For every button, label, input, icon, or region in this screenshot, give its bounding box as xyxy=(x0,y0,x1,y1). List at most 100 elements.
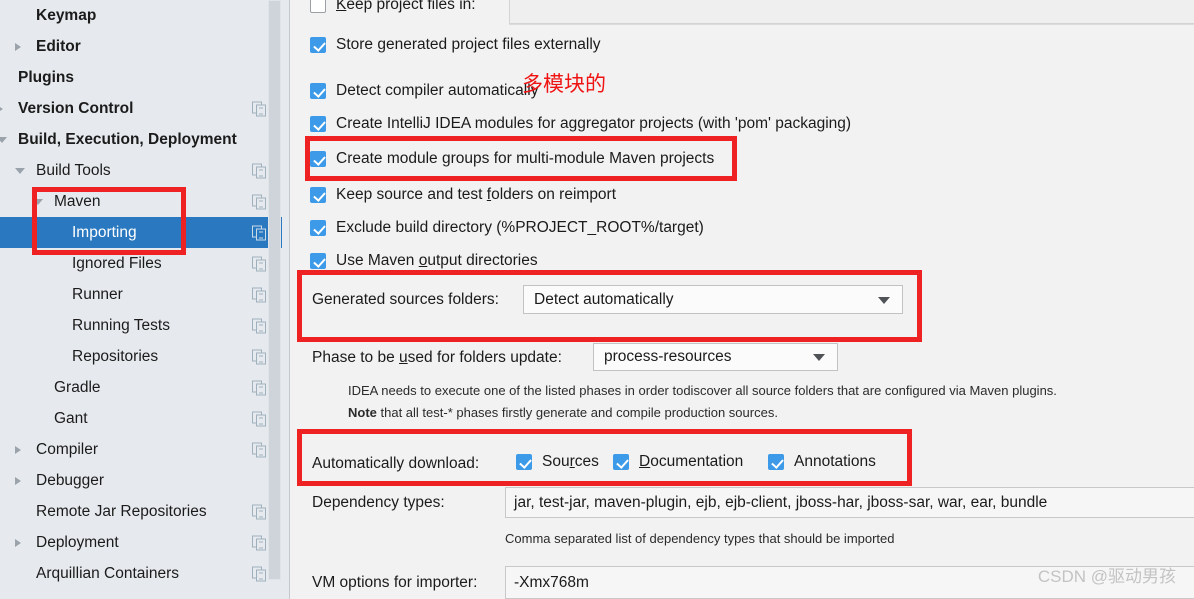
sidebar-item-compiler[interactable]: Compiler xyxy=(0,434,290,465)
checkbox-input[interactable] xyxy=(310,116,326,132)
auto-download-option-documentation[interactable]: Documentation xyxy=(613,453,743,471)
keep-project-files-input[interactable] xyxy=(509,0,1194,24)
sidebar-item-arquillian-containers[interactable]: Arquillian Containers xyxy=(0,558,290,589)
checkbox-row-1[interactable]: Detect compiler automatically xyxy=(310,82,538,100)
watermark: CSDN @驱动男孩 xyxy=(1037,567,1176,586)
sidebar-item-label: Ignored Files xyxy=(72,254,162,272)
sidebar-item-running-tests[interactable]: Running Tests xyxy=(0,310,290,341)
copy-settings-icon[interactable] xyxy=(252,287,267,302)
sidebar-item-deployment[interactable]: Deployment xyxy=(0,527,290,558)
sidebar-item-editor[interactable]: Editor xyxy=(0,31,290,62)
keep-project-files-label: Keep project files in: xyxy=(336,0,476,13)
checkbox-input[interactable] xyxy=(310,220,326,236)
checkbox-input[interactable] xyxy=(310,83,326,99)
checkbox-label: Create IntelliJ IDEA modules for aggrega… xyxy=(336,115,851,133)
vm-options-label: VM options for importer: xyxy=(312,574,478,591)
checkbox-row-4[interactable]: Keep source and test folders on reimport xyxy=(310,186,616,204)
checkbox-row-5[interactable]: Exclude build directory (%PROJECT_ROOT%/… xyxy=(310,219,704,237)
chevron-down-icon[interactable] xyxy=(0,136,7,143)
copy-settings-icon[interactable] xyxy=(252,225,267,240)
copy-settings-icon[interactable] xyxy=(252,411,267,426)
option-label-post: ocumentation xyxy=(650,453,744,470)
auto-download-option-sources[interactable]: Sources xyxy=(516,453,599,471)
auto-download-option-label: Documentation xyxy=(639,453,743,471)
option-label-pre: Annotations xyxy=(794,453,876,470)
sidebar-item-label: Arquillian Containers xyxy=(36,564,180,582)
copy-settings-icon[interactable] xyxy=(252,566,267,581)
checkbox-row-2[interactable]: Create IntelliJ IDEA modules for aggrega… xyxy=(310,115,851,133)
sidebar-item-label: Keymap xyxy=(36,6,97,24)
chevron-right-icon[interactable] xyxy=(0,104,3,113)
sidebar-item-importing[interactable]: Importing xyxy=(0,217,290,248)
chevron-right-icon[interactable] xyxy=(15,42,21,51)
sidebar-item-ignored-files[interactable]: Ignored Files xyxy=(0,248,290,279)
checkbox-label-pre: Detect compiler automatically xyxy=(336,82,539,99)
chevron-right-icon[interactable] xyxy=(15,445,21,454)
sidebar-item-label: Build Tools xyxy=(36,161,111,179)
sidebar-item-keymap[interactable]: Keymap xyxy=(0,0,290,31)
chevron-down-icon[interactable] xyxy=(33,198,43,205)
sidebar-item-debugger[interactable]: Debugger xyxy=(0,465,290,496)
checkbox-input[interactable] xyxy=(768,454,784,470)
chevron-right-icon[interactable] xyxy=(15,476,21,485)
sidebar-item-build-execution-deployment[interactable]: Build, Execution, Deployment xyxy=(0,124,290,155)
auto-download-option-annotations[interactable]: Annotations xyxy=(768,453,876,471)
copy-settings-icon[interactable] xyxy=(252,194,267,209)
auto-download-option-label: Sources xyxy=(542,453,599,471)
dependency-types-hint: Comma separated list of dependency types… xyxy=(505,531,895,546)
keep-project-files-row[interactable]: Keep project files in: xyxy=(310,0,476,14)
checkbox-input[interactable] xyxy=(310,187,326,203)
copy-settings-icon[interactable] xyxy=(252,380,267,395)
option-label-post: ces xyxy=(574,453,599,470)
checkbox-label: Keep source and test folders on reimport xyxy=(336,186,616,204)
copy-settings-icon[interactable] xyxy=(252,442,267,457)
checkbox-label-pre: Exclude build directory (%PROJECT_ROOT%/… xyxy=(336,219,704,236)
sidebar-item-label: Maven xyxy=(54,192,101,210)
checkbox-row-3[interactable]: Create module groups for multi-module Ma… xyxy=(310,150,714,168)
sidebar-item-label: Deployment xyxy=(36,533,119,551)
dependency-types-label: Dependency types: xyxy=(312,494,445,511)
sidebar-item-build-tools[interactable]: Build Tools xyxy=(0,155,290,186)
phase-update-combo[interactable]: process-resources xyxy=(593,343,838,371)
checkbox-label-pre: Store generated project files externally xyxy=(336,36,601,53)
sidebar-item-gant[interactable]: Gant xyxy=(0,403,290,434)
checkbox-label: Detect compiler automatically xyxy=(336,82,538,100)
sidebar-scrollbar[interactable] xyxy=(268,0,281,580)
phase-hint-note-label: Note xyxy=(348,405,377,420)
option-label-mnemonic: D xyxy=(639,453,651,470)
checkbox-input[interactable] xyxy=(613,454,629,470)
sidebar-item-repositories[interactable]: Repositories xyxy=(0,341,290,372)
checkbox-label-pre: Keep source and test xyxy=(336,186,487,203)
checkbox-row-6[interactable]: Use Maven output directories xyxy=(310,252,538,270)
copy-settings-icon[interactable] xyxy=(252,535,267,550)
checkbox-input[interactable] xyxy=(516,454,532,470)
sidebar-item-maven[interactable]: Maven xyxy=(0,186,290,217)
sidebar-item-runner[interactable]: Runner xyxy=(0,279,290,310)
sidebar-item-remote-jar-repositories[interactable]: Remote Jar Repositories xyxy=(0,496,290,527)
chevron-down-icon[interactable] xyxy=(15,167,25,174)
generated-sources-combo[interactable]: Detect automatically xyxy=(523,285,903,314)
keep-project-files-checkbox[interactable] xyxy=(310,0,326,13)
copy-settings-icon[interactable] xyxy=(252,504,267,519)
copy-settings-icon[interactable] xyxy=(252,101,267,116)
sidebar-item-label: Build, Execution, Deployment xyxy=(18,130,237,148)
checkbox-input[interactable] xyxy=(310,151,326,167)
copy-settings-icon[interactable] xyxy=(252,256,267,271)
sidebar-item-plugins[interactable]: Plugins xyxy=(0,62,290,93)
sidebar-item-label: Remote Jar Repositories xyxy=(36,502,207,520)
checkbox-row-0[interactable]: Store generated project files externally xyxy=(310,36,601,54)
copy-settings-icon[interactable] xyxy=(252,349,267,364)
checkbox-input[interactable] xyxy=(310,37,326,53)
copy-settings-icon[interactable] xyxy=(252,318,267,333)
checkbox-input[interactable] xyxy=(310,253,326,269)
sidebar-item-gradle[interactable]: Gradle xyxy=(0,372,290,403)
copy-settings-icon[interactable] xyxy=(252,163,267,178)
sidebar-item-version-control[interactable]: Version Control xyxy=(0,93,290,124)
chevron-right-icon[interactable] xyxy=(15,538,21,547)
annotation-note-text: 多模块的 xyxy=(522,73,606,96)
sidebar-item-label: Plugins xyxy=(18,68,74,86)
top-divider xyxy=(509,24,1194,25)
settings-sidebar-tree[interactable]: Keymap Editor Plugins Version Control Build,… xyxy=(0,0,290,599)
dependency-types-input[interactable]: jar, test-jar, maven-plugin, ejb, ejb-cl… xyxy=(505,487,1194,518)
sidebar-item-label: Repositories xyxy=(72,347,159,365)
